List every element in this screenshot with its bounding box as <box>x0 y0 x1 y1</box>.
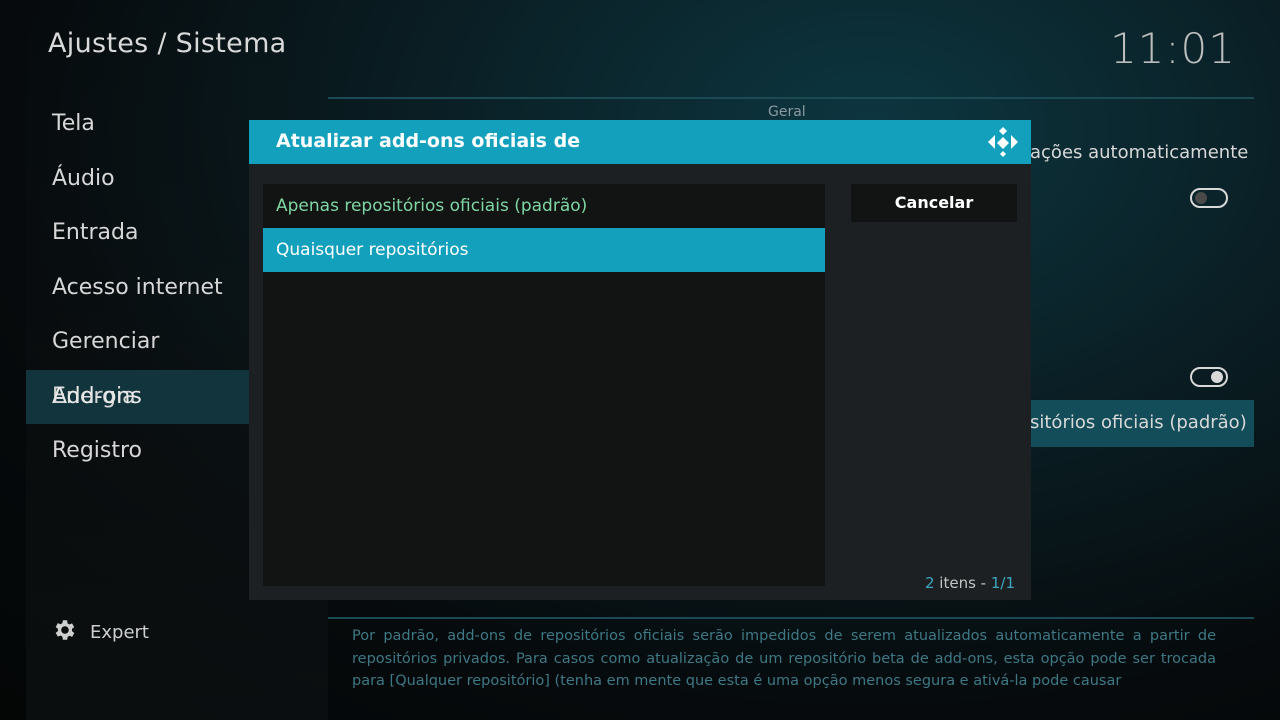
setting-label-auto-update[interactable]: ações automaticamente <box>1030 142 1248 163</box>
sidebar-item-registro[interactable]: Registro <box>26 424 249 479</box>
options-list: Apenas repositórios oficiais (padrão) Qu… <box>263 184 825 586</box>
gear-icon <box>52 617 78 648</box>
settings-top-divider <box>328 97 1254 99</box>
dialog-header: Atualizar add-ons oficiais de <box>249 120 1031 164</box>
page-title: Ajustes / Sistema <box>48 28 287 59</box>
list-item[interactable]: Apenas repositórios oficiais (padrão) <box>263 184 825 228</box>
sidebar-item-audio[interactable]: Áudio <box>26 152 249 207</box>
selected-setting-value: sitórios oficiais (padrão) <box>1030 412 1247 433</box>
select-dialog: Atualizar add-ons oficiais de Apenas rep… <box>249 120 1031 600</box>
sidebar-item-acesso-internet[interactable]: Acesso internet <box>26 261 249 316</box>
kodi-logo-icon <box>988 127 1018 157</box>
selected-setting-row[interactable]: sitórios oficiais (padrão) <box>1030 400 1254 447</box>
expert-label: Expert <box>90 622 149 643</box>
toggle-knob <box>1195 192 1207 204</box>
sidebar-item-gerenciar-energia[interactable]: Gerenciar Energia <box>26 315 249 409</box>
setting-description: Por padrão, add-ons de repositórios ofic… <box>352 628 1216 689</box>
section-label: Geral <box>768 104 806 120</box>
description-divider <box>328 617 1254 619</box>
sidebar-item-entrada[interactable]: Entrada <box>26 206 249 261</box>
cancel-button[interactable]: Cancelar <box>851 184 1017 222</box>
dialog-title: Atualizar add-ons oficiais de <box>276 130 581 152</box>
item-count-number: 2 <box>924 574 935 592</box>
toggle-switch-on[interactable] <box>1190 367 1228 387</box>
sidebar-item-tela[interactable]: Tela <box>26 97 249 152</box>
item-count-word: itens - <box>934 574 991 592</box>
expert-level-button[interactable]: Expert <box>52 617 149 648</box>
toggle-knob <box>1211 371 1223 383</box>
sidebar-item-add-ons[interactable]: Add-ons <box>26 369 249 424</box>
toggle-switch-off[interactable] <box>1190 188 1228 208</box>
sidebar-nav: Tela Áudio Entrada Acesso internet Geren… <box>26 97 249 479</box>
page-indicator: 1/1 <box>990 574 1015 592</box>
list-item[interactable]: Quaisquer repositórios <box>263 228 825 272</box>
clock: 11:01 <box>1109 24 1236 73</box>
item-count: 2 itens - 1/1 <box>925 574 1015 592</box>
